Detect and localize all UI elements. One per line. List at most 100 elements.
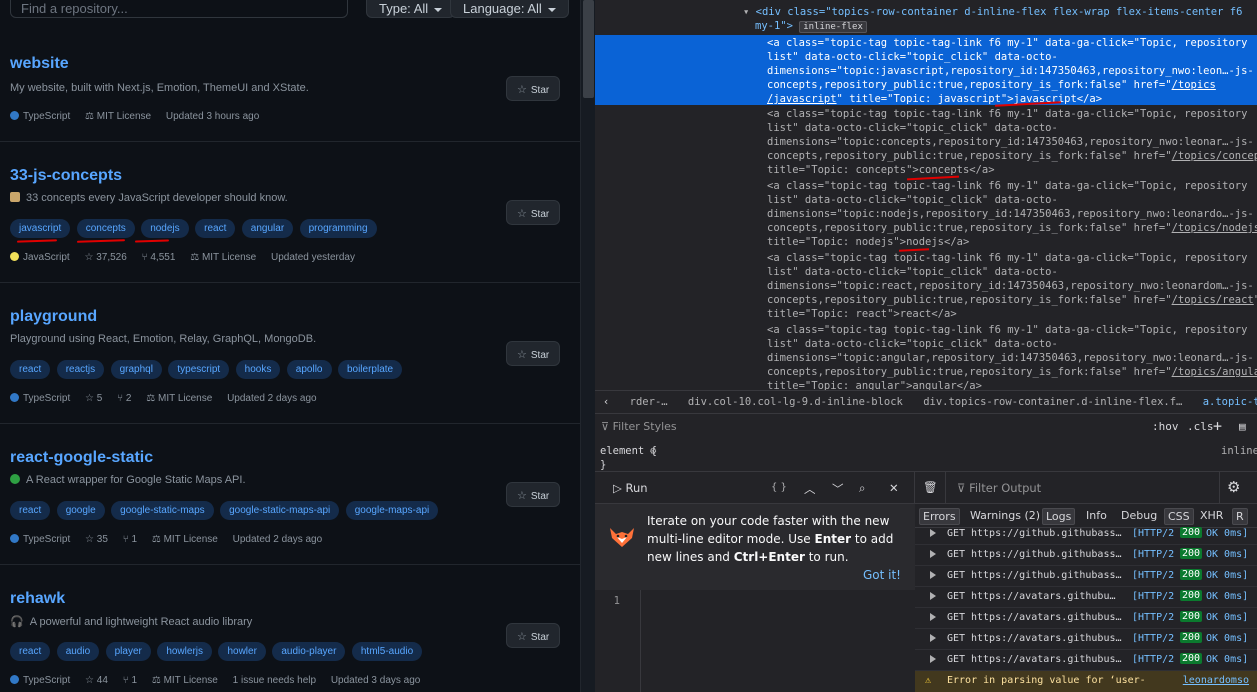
- network-log-row[interactable]: GET https://avatars.githubus… [HTTP/2 200 OK…: [915, 650, 1257, 671]
- topic-tag[interactable]: audio-player: [272, 642, 346, 661]
- expand-arrow-icon[interactable]: [930, 529, 936, 537]
- breadcrumb-back-icon[interactable]: ‹: [603, 396, 609, 408]
- filter-info[interactable]: Info: [1083, 508, 1110, 523]
- topic-tag[interactable]: nodejs: [141, 219, 189, 238]
- filter-errors[interactable]: Errors: [919, 508, 960, 525]
- topic-tag[interactable]: react: [10, 642, 51, 661]
- repo-forks-link[interactable]: ⑂ 2: [117, 393, 131, 404]
- expand-arrow-icon[interactable]: [930, 634, 936, 642]
- close-editor-icon[interactable]: ✕: [889, 481, 899, 495]
- console-editor[interactable]: 1: [595, 590, 915, 692]
- markup-node[interactable]: <a class="topic-tag topic-tag-link f6 my…: [595, 251, 1257, 265]
- topic-tag[interactable]: apollo: [286, 360, 332, 379]
- markup-node[interactable]: ▾ <div class="topics-row-container d-inl…: [595, 5, 1257, 19]
- topic-tag[interactable]: google-maps-api: [345, 501, 439, 520]
- type-filter-dropdown[interactable]: Type: All: [366, 0, 456, 18]
- network-log-row[interactable]: GET https://avatars.githubus… [HTTP/2 200 OK…: [915, 608, 1257, 629]
- add-rule-icon[interactable]: +: [1213, 417, 1222, 435]
- markup-node[interactable]: <a class="topic-tag topic-tag-link f6 my…: [595, 107, 1257, 121]
- filter-xhr[interactable]: XHR: [1197, 508, 1226, 523]
- topic-tag[interactable]: typescript: [168, 360, 230, 379]
- topic-tag[interactable]: howlerjs: [157, 642, 212, 661]
- star-button[interactable]: ☆ Star: [506, 200, 560, 225]
- topic-tag[interactable]: google-static-maps: [111, 501, 214, 520]
- star-button[interactable]: ☆ Star: [506, 341, 560, 366]
- filter-css[interactable]: CSS: [1164, 508, 1194, 525]
- star-button[interactable]: ☆ Star: [506, 76, 560, 101]
- topic-tag[interactable]: hooks: [235, 360, 281, 379]
- page-scrollbar[interactable]: [580, 0, 595, 692]
- history-up-icon[interactable]: ︿: [804, 481, 816, 497]
- repo-forks-link[interactable]: ⑂ 1: [123, 675, 137, 686]
- markup-node-selected[interactable]: <a class="topic-tag topic-tag-link f6 my…: [595, 35, 1257, 105]
- repo-name-link[interactable]: 33-js-concepts: [10, 167, 122, 185]
- filter-styles-input[interactable]: ⊽ Filter Styles: [601, 420, 677, 433]
- topic-tag[interactable]: react: [10, 360, 51, 379]
- repo-name-link[interactable]: playground: [10, 308, 97, 326]
- markup-node[interactable]: <a class="topic-tag topic-tag-link f6 my…: [595, 179, 1257, 193]
- cls-toggle[interactable]: .cls: [1187, 420, 1214, 433]
- network-log-row[interactable]: GET https://github.githubass… [HTTP/2 200 OK…: [915, 524, 1257, 545]
- filter-logs[interactable]: Logs: [1042, 508, 1076, 525]
- history-down-icon[interactable]: ﹀: [832, 481, 844, 497]
- repo-forks-link[interactable]: ⑂ 1: [123, 534, 137, 545]
- expand-arrow-icon[interactable]: [930, 550, 936, 558]
- network-log-row[interactable]: GET https://github.githubass… [HTTP/2 200 OK…: [915, 545, 1257, 566]
- gear-icon[interactable]: ⚙: [650, 444, 656, 458]
- repo-search-input[interactable]: Find a repository...: [10, 0, 348, 18]
- breadcrumb-item[interactable]: div.col-10.col-lg-9.d-inline-block: [688, 396, 903, 408]
- trash-icon[interactable]: 🗑: [923, 480, 938, 494]
- scrollbar-thumb[interactable]: [583, 0, 594, 98]
- gear-icon[interactable]: ⚙: [1227, 478, 1240, 496]
- topic-tag[interactable]: boilerplate: [337, 360, 403, 379]
- print-media-icon[interactable]: ▤: [1239, 420, 1246, 433]
- reverse-search-icon[interactable]: ⌕: [859, 481, 865, 496]
- expand-arrow-icon[interactable]: [930, 655, 936, 663]
- filter-warnings[interactable]: Warnings (2): [967, 508, 1043, 523]
- topic-tag[interactable]: google: [56, 501, 105, 520]
- breadcrumb-item[interactable]: div.topics-row-container.d-inline-flex.f…: [923, 396, 1182, 408]
- repo-stars-link[interactable]: ☆ 44: [85, 675, 108, 686]
- topic-tag[interactable]: graphql: [110, 360, 162, 379]
- breadcrumb-item-current[interactable]: a.topic-tag.topic-tag-link.f6.my-1: [1203, 396, 1257, 408]
- star-button[interactable]: ☆ Star: [506, 482, 560, 507]
- collapse-arrow-icon[interactable]: ▾: [743, 6, 756, 18]
- topic-tag[interactable]: html5-audio: [351, 642, 423, 661]
- message-source-link[interactable]: leonardomso: [1183, 675, 1249, 686]
- breadcrumb-item[interactable]: rder-…: [630, 396, 668, 408]
- topic-tag[interactable]: react: [10, 501, 51, 520]
- markup-node[interactable]: <a class="topic-tag topic-tag-link f6 my…: [595, 323, 1257, 337]
- topic-tag[interactable]: react: [195, 219, 236, 238]
- topic-tag[interactable]: audio: [56, 642, 100, 661]
- network-log-row[interactable]: GET https://avatars.githubu… [HTTP/2 200 OK …: [915, 587, 1257, 608]
- expand-arrow-icon[interactable]: [930, 613, 936, 621]
- topic-tag[interactable]: angular: [241, 219, 294, 238]
- got-it-button[interactable]: Got it!: [863, 566, 901, 584]
- expand-arrow-icon[interactable]: [930, 592, 936, 600]
- pretty-print-button[interactable]: { }: [771, 482, 787, 493]
- expand-arrow-icon[interactable]: [930, 571, 936, 579]
- hov-toggle[interactable]: :hov: [1152, 420, 1179, 433]
- topic-tag[interactable]: reactjs: [56, 360, 105, 379]
- repo-stars-link[interactable]: ☆ 5: [85, 393, 102, 404]
- repo-name-link[interactable]: rehawk: [10, 590, 65, 608]
- star-button[interactable]: ☆ Star: [506, 623, 560, 648]
- repo-stars-link[interactable]: ☆ 35: [85, 534, 108, 545]
- topic-tag[interactable]: player: [105, 642, 151, 661]
- inline-flex-badge[interactable]: inline-flex: [799, 21, 867, 33]
- language-filter-dropdown[interactable]: Language: All: [450, 0, 569, 18]
- repo-issues-link[interactable]: 1 issue needs help: [233, 675, 316, 686]
- filter-requests[interactable]: R: [1232, 508, 1248, 525]
- filter-debug[interactable]: Debug: [1118, 508, 1160, 523]
- markup-view[interactable]: ▾ <div class="topics-row-container d-inl…: [595, 0, 1257, 390]
- repo-stars-link[interactable]: ☆ 37,526: [84, 252, 126, 263]
- run-button[interactable]: ▷ Run: [613, 481, 648, 495]
- repo-name-link[interactable]: react-google-static: [10, 449, 153, 467]
- repo-forks-link[interactable]: ⑂ 4,551: [142, 252, 176, 263]
- topic-tag[interactable]: concepts: [76, 219, 135, 238]
- topic-tag[interactable]: google-static-maps-api: [220, 501, 340, 520]
- filter-output-input[interactable]: ⊽ Filter Output: [957, 481, 1041, 495]
- network-log-row[interactable]: GET https://avatars.githubus… [HTTP/2 200 OK…: [915, 629, 1257, 650]
- topic-tag[interactable]: javascript: [10, 219, 71, 238]
- topic-tag[interactable]: programming: [299, 219, 377, 238]
